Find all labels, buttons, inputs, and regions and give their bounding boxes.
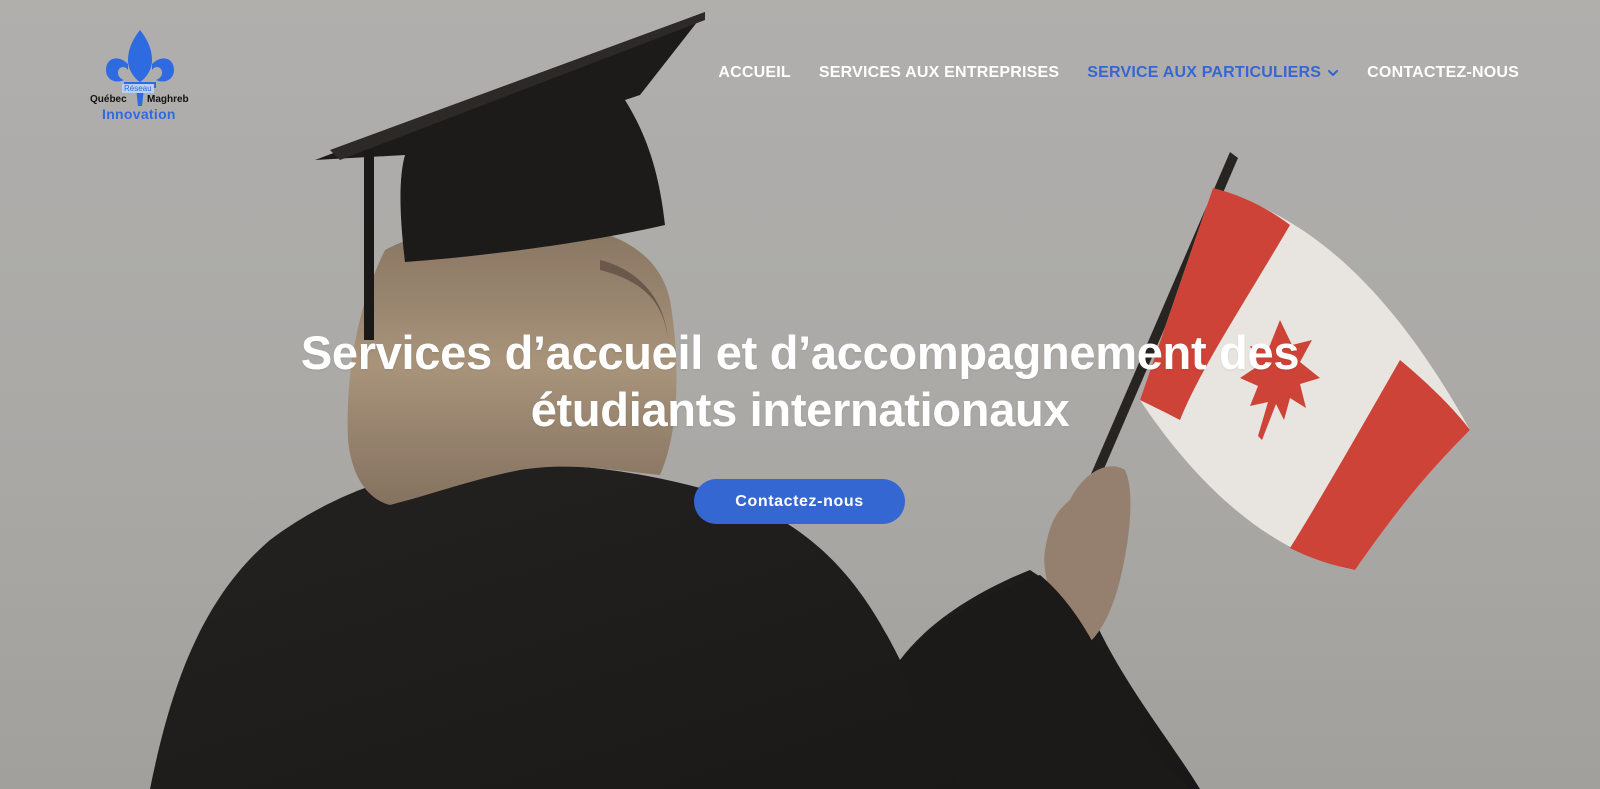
- site-logo[interactable]: Réseau Québec Maghreb Innovation: [88, 26, 196, 126]
- logo-brand: Innovation: [102, 106, 176, 122]
- nav-item-accueil[interactable]: ACCUEIL: [718, 64, 791, 82]
- nav-item-label: CONTACTEZ-NOUS: [1367, 64, 1519, 81]
- logo-text-right: Maghreb: [147, 94, 189, 105]
- nav-item-label: ACCUEIL: [718, 64, 791, 81]
- hero-title: Services d’accueil et d’accompagnement d…: [300, 326, 1300, 436]
- main-navigation: ACCUEIL SERVICES AUX ENTREPRISES SERVICE…: [718, 64, 1519, 82]
- contact-cta-button[interactable]: Contactez-nous: [694, 479, 905, 524]
- logo-tag: Réseau: [122, 84, 154, 93]
- nav-item-services-entreprises[interactable]: SERVICES AUX ENTREPRISES: [819, 64, 1059, 82]
- nav-item-label: SERVICES AUX ENTREPRISES: [818, 64, 1060, 81]
- logo-text-left: Québec: [90, 94, 127, 105]
- nav-item-label: SERVICE AUX PARTICULIERS: [1087, 64, 1322, 81]
- hero-content: Services d’accueil et d’accompagnement d…: [0, 324, 1600, 438]
- chevron-down-icon: [1328, 69, 1339, 77]
- nav-item-services-particuliers[interactable]: SERVICE AUX PARTICULIERS: [1087, 64, 1339, 82]
- nav-item-contact[interactable]: CONTACTEZ-NOUS: [1367, 64, 1519, 82]
